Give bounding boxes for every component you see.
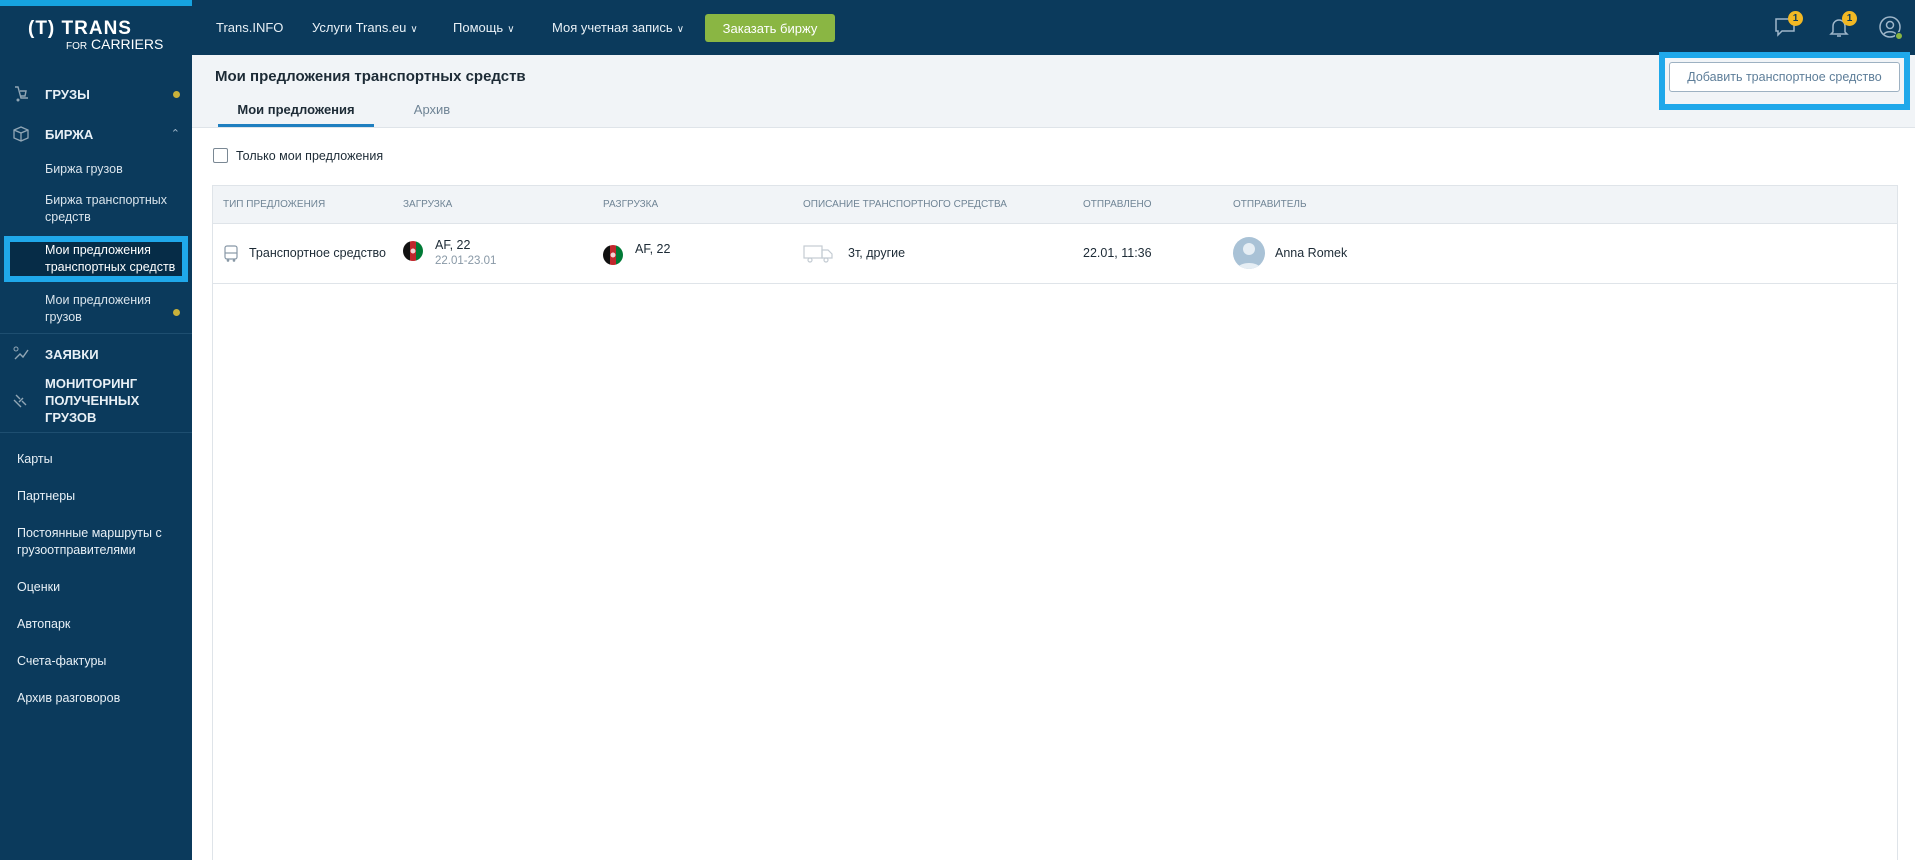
add-vehicle-highlight: Добавить транспортное средство: [1659, 52, 1910, 110]
top-link-services[interactable]: Услуги Trans.eu ∨: [312, 20, 418, 35]
offers-table: Тип предложения Загрузка Разгрузка Описа…: [212, 185, 1898, 860]
sidebar-item-orders[interactable]: ЗАЯВКИ: [0, 334, 192, 374]
afghanistan-flag-icon: [603, 245, 623, 265]
sidebar-nav: ГРУЗЫ БИРЖА ⌃ Биржа грузов Биржа транспо…: [0, 74, 192, 717]
logo-carriers-text: CARRIERS: [91, 36, 164, 52]
sidebar-item-partners[interactable]: Партнеры: [0, 478, 192, 515]
row-sent: 22.01, 11:36: [1083, 246, 1152, 260]
messages-button[interactable]: 1: [1773, 11, 1803, 39]
row-loading: AF, 22 22.01-23.01: [435, 238, 496, 267]
status-dot: [173, 91, 180, 98]
top-link-label: Trans.INFO: [216, 20, 284, 35]
chevron-down-icon: ∨: [410, 24, 418, 35]
sidebar-accent-line: [0, 0, 192, 6]
top-link-label: Услуги Trans.eu: [312, 20, 407, 35]
status-dot: [173, 309, 180, 316]
top-link-transinfo[interactable]: Trans.INFO: [216, 20, 283, 35]
tab-my-offers[interactable]: Мои предложения: [218, 97, 374, 127]
top-link-help[interactable]: Помощь ∨: [453, 20, 515, 35]
sidebar-item-routes[interactable]: Постоянные маршруты с грузоотправителями: [0, 515, 192, 569]
column-header-vehicle: Описание транспортного средства: [803, 199, 1007, 210]
sidebar-subitem-my-vehicle-offers[interactable]: Мои предложения транспортных средств: [4, 236, 188, 282]
row-vehicle: 3т, другие: [848, 246, 906, 260]
logo-carriers: FOR CARRIERS: [66, 36, 163, 52]
profile-button[interactable]: [1878, 15, 1903, 40]
sidebar-item-cargo[interactable]: ГРУЗЫ: [0, 74, 192, 114]
afghanistan-flag-icon: [403, 241, 423, 261]
column-header-sender: Отправитель: [1233, 199, 1307, 210]
sidebar-plain-list: Карты Партнеры Постоянные маршруты с гру…: [0, 433, 192, 717]
sidebar-item-monitoring[interactable]: МОНИТОРИНГ ПОЛУЧЕННЫХ ГРУЗОВ: [0, 374, 192, 426]
sidebar-item-label: МОНИТОРИНГ ПОЛУЧЕННЫХ ГРУЗОВ: [45, 375, 140, 425]
online-status-dot: [1895, 32, 1903, 40]
sidebar-subitem-label: Биржа транспортных средств: [45, 193, 167, 224]
order-exchange-button[interactable]: Заказать биржу: [705, 14, 835, 42]
orders-icon: [13, 346, 29, 360]
top-link-account[interactable]: Моя учетная запись ∨: [552, 20, 684, 35]
messages-badge: 1: [1788, 11, 1803, 26]
chevron-down-icon: ∨: [507, 24, 515, 35]
row-type: Транспортное средство: [249, 246, 386, 260]
sidebar-subitem-label: Мои предложения транспортных средств: [45, 243, 176, 274]
page-header: Мои предложения транспортных средств Мои…: [192, 55, 1915, 128]
top-link-label: Моя учетная запись: [552, 20, 673, 35]
only-my-offers-filter[interactable]: Только мои предложения: [213, 148, 383, 163]
sidebar-subitem-vehicle-exchange[interactable]: Биржа транспортных средств: [0, 185, 192, 233]
tab-archive[interactable]: Архив: [402, 97, 462, 127]
logo[interactable]: (T) TRANS FOR CARRIERS: [28, 18, 168, 54]
add-vehicle-button[interactable]: Добавить транспортное средство: [1669, 62, 1900, 92]
row-sender[interactable]: Anna Romek: [1275, 246, 1347, 260]
top-bar: Trans.INFO Услуги Trans.eu ∨ Помощь ∨ Моя …: [192, 0, 1915, 55]
chevron-down-icon: ∨: [676, 24, 685, 35]
logo-for: FOR: [66, 41, 88, 52]
column-header-sent: Отправлено: [1083, 199, 1152, 210]
notifications-badge: 1: [1842, 11, 1857, 26]
column-header-type: Тип предложения: [223, 199, 326, 210]
table-header: Тип предложения Загрузка Разгрузка Описа…: [213, 186, 1897, 224]
notifications-button[interactable]: 1: [1827, 11, 1857, 39]
sidebar-item-ratings[interactable]: Оценки: [0, 569, 192, 606]
sidebar-item-exchange[interactable]: БИРЖА ⌃: [0, 114, 192, 154]
row-loading-dates: 22.01-23.01: [435, 255, 497, 267]
sidebar-item-label: БИРЖА: [45, 126, 94, 142]
sidebar-item-label: ЗАЯВКИ: [45, 346, 99, 362]
sidebar-item-label: ГРУЗЫ: [45, 86, 90, 102]
sidebar-subitem-cargo-exchange[interactable]: Биржа грузов: [0, 154, 192, 185]
sidebar: (T) TRANS FOR CARRIERS ГРУЗЫ БИРЖА ⌃ Бир…: [0, 0, 192, 860]
table-row[interactable]: Транспортное средство AF, 22 22.01-23.01 …: [213, 224, 1897, 284]
sidebar-subitem-label: Биржа грузов: [45, 162, 123, 176]
sidebar-item-fleet[interactable]: Автопарк: [0, 606, 192, 643]
top-link-label: Помощь: [453, 20, 504, 35]
row-loading-place: AF, 22: [435, 238, 471, 252]
only-my-offers-label: Только мои предложения: [236, 148, 384, 163]
sidebar-item-chat-archive[interactable]: Архив разговоров: [0, 680, 192, 717]
satellite-icon: [13, 394, 27, 408]
column-header-loading: Загрузка: [403, 199, 453, 210]
sidebar-item-maps[interactable]: Карты: [0, 441, 192, 478]
sidebar-item-invoices[interactable]: Счета-фактуры: [0, 643, 192, 680]
sidebar-subitem-my-cargo-offers[interactable]: Мои предложения грузов: [0, 285, 192, 333]
column-header-unloading: Разгрузка: [603, 199, 659, 210]
sidebar-subitem-label: Мои предложения грузов: [45, 293, 151, 324]
cargo-icon: [15, 86, 28, 102]
truck-icon: [803, 245, 833, 263]
bus-icon: [224, 245, 238, 262]
avatar: [1233, 237, 1265, 269]
chevron-up-icon: ⌃: [170, 128, 180, 140]
app-root: (T) TRANS FOR CARRIERS ГРУЗЫ БИРЖА ⌃ Бир…: [0, 0, 1915, 860]
page-title: Мои предложения транспортных средств: [215, 68, 526, 85]
row-unloading: AF, 22: [635, 242, 671, 256]
only-my-offers-checkbox[interactable]: [213, 148, 228, 163]
box-icon: [13, 126, 29, 142]
